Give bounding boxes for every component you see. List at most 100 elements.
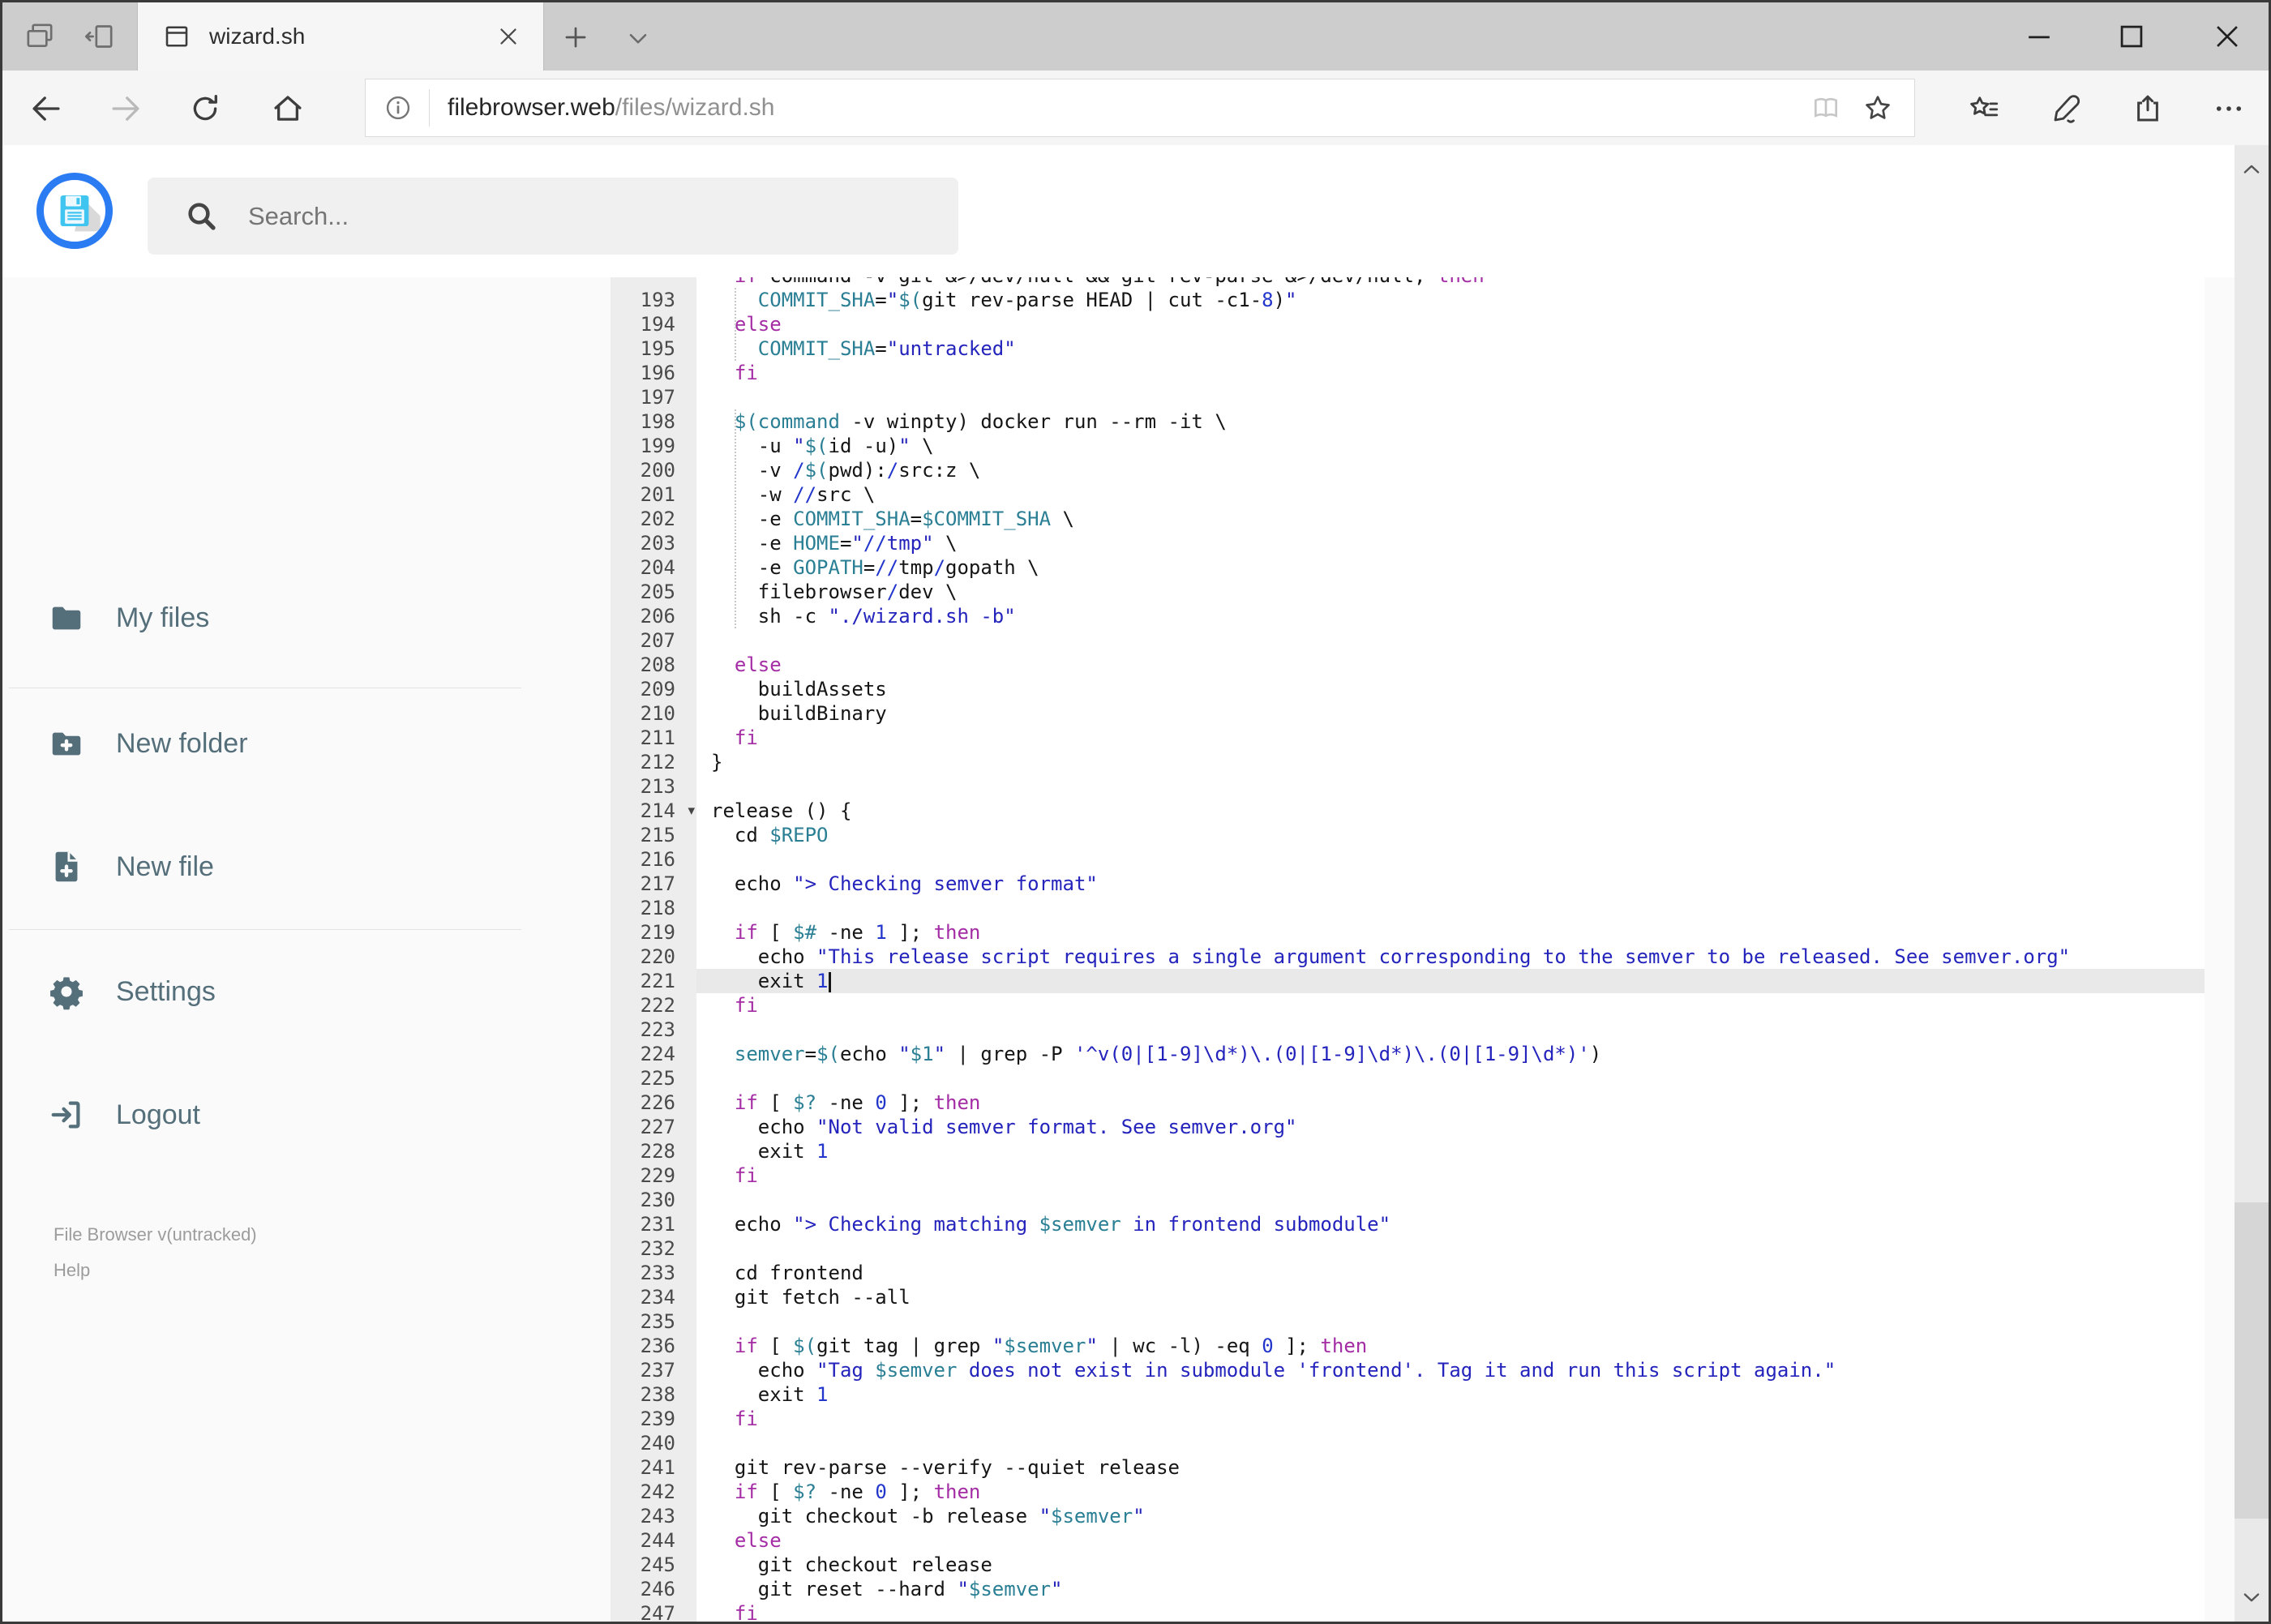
code-line-229[interactable]: 229 fi <box>611 1163 2205 1188</box>
code-line-231[interactable]: 231 echo "> Checking matching $semver in… <box>611 1212 2205 1236</box>
code-line-215[interactable]: 215 cd $REPO <box>611 823 2205 847</box>
code-line-228[interactable]: 228 exit 1 <box>611 1139 2205 1163</box>
code-line-221[interactable]: 221 exit 1 <box>611 969 2205 993</box>
code-line-240[interactable]: 240 <box>611 1431 2205 1455</box>
sidebar-divider <box>9 929 521 930</box>
url-text[interactable]: filebrowser.web/files/wizard.sh <box>448 94 1810 122</box>
line-number: 206 <box>640 605 675 628</box>
code-line-224[interactable]: 224 semver=$(echo "$1" | grep -P '^v(0|[… <box>611 1042 2205 1066</box>
favorites-hub-icon[interactable] <box>1967 92 2001 126</box>
share-icon[interactable] <box>2131 92 2165 126</box>
code-line-238[interactable]: 238 exit 1 <box>611 1382 2205 1407</box>
tabs-aside-icon[interactable] <box>84 20 116 53</box>
code-line-244[interactable]: 244 else <box>611 1528 2205 1553</box>
forward-icon[interactable] <box>109 92 143 126</box>
code-line-217[interactable]: 217 echo "> Checking semver format" <box>611 872 2205 896</box>
site-info-icon[interactable] <box>383 93 413 122</box>
code-line[interactable]: if command -v git &>/dev/null && git rev… <box>611 277 2205 288</box>
code-line-206[interactable]: 206 sh -c "./wizard.sh -b" <box>611 604 2205 628</box>
code-line-197[interactable]: 197 <box>611 385 2205 409</box>
code-line-209[interactable]: 209 buildAssets <box>611 677 2205 701</box>
code-line-227[interactable]: 227 echo "Not valid semver format. See s… <box>611 1115 2205 1139</box>
back-icon[interactable] <box>29 92 63 126</box>
refresh-icon[interactable] <box>188 92 222 126</box>
page-scrollbar[interactable] <box>2235 145 2269 1622</box>
search-bar[interactable] <box>148 178 958 255</box>
code-editor[interactable]: if command -v git &>/dev/null && git rev… <box>611 277 2205 1622</box>
code-line-236[interactable]: 236 if [ $(git tag | grep "$semver" | wc… <box>611 1334 2205 1358</box>
code-line-211[interactable]: 211 fi <box>611 726 2205 750</box>
window-minimize-button[interactable] <box>2021 19 2057 54</box>
code-line-193[interactable]: 193 COMMIT_SHA="$(git rev-parse HEAD | c… <box>611 288 2205 312</box>
code-line-245[interactable]: 245 git checkout release <box>611 1553 2205 1577</box>
code-line-218[interactable]: 218 <box>611 896 2205 920</box>
code-line-201[interactable]: 201 -w //src \ <box>611 482 2205 507</box>
sidebar-item-new-folder[interactable]: New folder <box>48 706 248 781</box>
code-line-214[interactable]: 214 ▾ release () { <box>611 799 2205 823</box>
code-line-241[interactable]: 241 git rev-parse --verify --quiet relea… <box>611 1455 2205 1480</box>
code-line-210[interactable]: 210 buildBinary <box>611 701 2205 726</box>
code-line-205[interactable]: 205 filebrowser/dev \ <box>611 580 2205 604</box>
code-line-233[interactable]: 233 cd frontend <box>611 1261 2205 1285</box>
tab-close-icon[interactable] <box>495 23 522 50</box>
address-bar[interactable]: filebrowser.web/files/wizard.sh <box>365 79 1915 137</box>
code-line-207[interactable]: 207 <box>611 628 2205 653</box>
scroll-up-icon[interactable] <box>2240 158 2263 181</box>
code-line-216[interactable]: 216 <box>611 847 2205 872</box>
tab-preview-icon[interactable] <box>24 20 56 53</box>
browser-tab[interactable]: wizard.sh <box>137 2 544 71</box>
code-line-198[interactable]: 198 $(command -v winpty) docker run --rm… <box>611 409 2205 434</box>
code-line-208[interactable]: 208 else <box>611 653 2205 677</box>
line-number: 216 <box>640 848 675 871</box>
sidebar-item-settings[interactable]: Settings <box>48 954 216 1029</box>
code-line-235[interactable]: 235 <box>611 1309 2205 1334</box>
code-line-222[interactable]: 222 fi <box>611 993 2205 1018</box>
home-icon[interactable] <box>271 92 305 126</box>
code-line-230[interactable]: 230 <box>611 1188 2205 1212</box>
code-line-204[interactable]: 204 -e GOPATH=//tmp/gopath \ <box>611 555 2205 580</box>
code-line-223[interactable]: 223 <box>611 1018 2205 1042</box>
code-line-194[interactable]: 194 else <box>611 312 2205 336</box>
window-maximize-button[interactable] <box>2114 19 2149 54</box>
code-line-243[interactable]: 243 git checkout -b release "$semver" <box>611 1504 2205 1528</box>
line-number: 227 <box>640 1116 675 1138</box>
scrollbar-thumb[interactable] <box>2235 1202 2269 1519</box>
code-line-239[interactable]: 239 fi <box>611 1407 2205 1431</box>
code-line-213[interactable]: 213 <box>611 774 2205 799</box>
window-close-button[interactable] <box>2209 19 2245 54</box>
search-input[interactable] <box>246 200 898 232</box>
code-line-219[interactable]: 219 if [ $# -ne 1 ]; then <box>611 920 2205 945</box>
code-line-202[interactable]: 202 -e COMMIT_SHA=$COMMIT_SHA \ <box>611 507 2205 531</box>
help-link[interactable]: Help <box>54 1260 90 1281</box>
sidebar-item-new-file[interactable]: New file <box>48 829 214 904</box>
favorite-star-icon[interactable] <box>1862 92 1893 123</box>
code-line-234[interactable]: 234 git fetch --all <box>611 1285 2205 1309</box>
fold-arrow-icon[interactable]: ▾ <box>688 799 695 823</box>
code-line-212[interactable]: 212} <box>611 750 2205 774</box>
scroll-down-icon[interactable] <box>2240 1586 2263 1609</box>
code-text: echo "> Checking matching $semver in fro… <box>711 1213 1391 1236</box>
more-options-icon[interactable] <box>2212 92 2246 126</box>
code-line-237[interactable]: 237 echo "Tag $semver does not exist in … <box>611 1358 2205 1382</box>
sidebar-item-my-files[interactable]: My files <box>48 581 209 655</box>
code-line-242[interactable]: 242 if [ $? -ne 0 ]; then <box>611 1480 2205 1504</box>
tab-list-chevron-icon[interactable] <box>623 24 653 53</box>
filebrowser-logo[interactable] <box>36 173 113 249</box>
code-line-220[interactable]: 220 echo "This release script requires a… <box>611 945 2205 969</box>
code-line-246[interactable]: 246 git reset --hard "$semver" <box>611 1577 2205 1601</box>
code-line-195[interactable]: 195 COMMIT_SHA="untracked" <box>611 336 2205 361</box>
code-line-203[interactable]: 203 -e HOME="//tmp" \ <box>611 531 2205 555</box>
sidebar-item-logout[interactable]: Logout <box>48 1078 200 1152</box>
code-line-200[interactable]: 200 -v /$(pwd):/src:z \ <box>611 458 2205 482</box>
line-number: 221 <box>640 970 675 992</box>
new-tab-button[interactable] <box>560 22 591 53</box>
code-line-232[interactable]: 232 <box>611 1236 2205 1261</box>
code-line-226[interactable]: 226 if [ $? -ne 0 ]; then <box>611 1091 2205 1115</box>
code-line-196[interactable]: 196 fi <box>611 361 2205 385</box>
reading-view-icon[interactable] <box>1810 92 1841 123</box>
web-notes-pen-icon[interactable] <box>2050 92 2084 126</box>
line-number: 247 <box>640 1602 675 1622</box>
code-line-247[interactable]: 247 fi <box>611 1601 2205 1622</box>
code-line-225[interactable]: 225 <box>611 1066 2205 1091</box>
code-line-199[interactable]: 199 -u "$(id -u)" \ <box>611 434 2205 458</box>
